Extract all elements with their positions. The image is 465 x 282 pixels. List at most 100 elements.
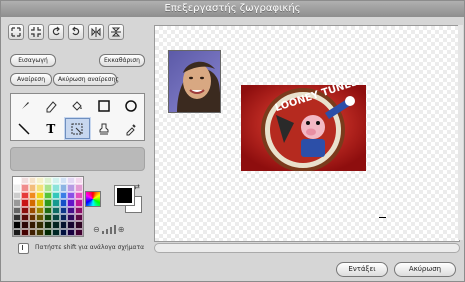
flip-horizontal-icon[interactable] (88, 24, 104, 40)
color-swatch[interactable] (36, 177, 45, 185)
color-swatch[interactable] (28, 213, 37, 222)
color-spectrum-picker[interactable] (85, 191, 101, 207)
zoom-level-2[interactable] (105, 229, 108, 234)
fill-tool-icon[interactable] (64, 94, 91, 117)
clear-button[interactable]: Εκκαθάριση (99, 54, 145, 67)
color-swatch[interactable] (44, 184, 52, 192)
shrink-icon[interactable] (28, 24, 44, 40)
color-swatch[interactable] (67, 191, 76, 200)
color-swatch[interactable] (75, 206, 83, 214)
color-swatch[interactable] (51, 177, 60, 185)
foreground-color-swatch[interactable] (114, 185, 135, 206)
color-swatch[interactable] (20, 221, 29, 229)
zoom-level-3[interactable] (109, 227, 112, 234)
color-swatch[interactable] (28, 206, 37, 214)
canvas-horizontal-scroll[interactable] (154, 243, 460, 253)
color-swatch[interactable] (20, 191, 29, 200)
color-swatch[interactable] (59, 228, 68, 236)
ok-button[interactable]: Εντάξει (336, 262, 388, 277)
color-swatch[interactable] (59, 213, 68, 222)
color-swatch[interactable] (59, 177, 68, 185)
color-swatch[interactable] (44, 199, 52, 207)
drawing-canvas[interactable]: LOONEY TUNES (154, 25, 460, 242)
color-swatch[interactable] (67, 199, 76, 207)
canvas-vertical-scroll[interactable] (458, 25, 463, 240)
color-swatch[interactable] (44, 213, 52, 222)
zoom-in-icon[interactable]: ⊕ (118, 226, 125, 234)
color-swatch[interactable] (59, 191, 68, 200)
color-swatch[interactable] (67, 221, 76, 229)
color-swatch[interactable] (51, 206, 60, 214)
color-swatch[interactable] (13, 184, 21, 192)
flip-vertical-icon[interactable] (108, 24, 124, 40)
color-swatch[interactable] (75, 199, 83, 207)
redo-button[interactable]: Ακύρωση αναίρεσης (53, 73, 119, 86)
color-swatch[interactable] (36, 213, 45, 222)
color-swatch[interactable] (13, 228, 21, 236)
color-swatch[interactable] (75, 191, 83, 200)
color-swatch[interactable] (67, 206, 76, 214)
color-swatch[interactable] (13, 206, 21, 214)
text-tool-icon[interactable]: T (38, 117, 65, 140)
color-swatch[interactable] (20, 177, 29, 185)
color-swatch[interactable] (36, 184, 45, 192)
zoom-out-icon[interactable]: ⊖ (93, 226, 100, 234)
rectangle-tool-icon[interactable] (91, 94, 118, 117)
brush-tool-icon[interactable] (11, 94, 38, 117)
color-swatch[interactable] (51, 199, 60, 207)
photo-of-girl[interactable] (168, 50, 221, 113)
color-swatch[interactable] (51, 191, 60, 200)
color-swatch[interactable] (51, 184, 60, 192)
color-swatch[interactable] (44, 221, 52, 229)
color-swatch[interactable] (36, 221, 45, 229)
color-swatch[interactable] (44, 191, 52, 200)
color-swatch[interactable] (59, 184, 68, 192)
color-swatch[interactable] (13, 221, 21, 229)
color-swatch[interactable] (36, 206, 45, 214)
zoom-level-1[interactable] (101, 231, 104, 234)
color-swatch[interactable] (28, 228, 37, 236)
cancel-button[interactable]: Ακύρωση (394, 262, 456, 277)
color-swatch[interactable] (75, 177, 83, 185)
color-swatch[interactable] (67, 213, 76, 222)
color-swatch[interactable] (67, 177, 76, 185)
select-tool-icon[interactable] (64, 117, 91, 140)
ellipse-tool-icon[interactable] (117, 94, 144, 117)
color-swatch[interactable] (20, 206, 29, 214)
color-swatch[interactable] (36, 199, 45, 207)
color-swatch[interactable] (20, 184, 29, 192)
color-swatch[interactable] (20, 213, 29, 222)
color-swatch[interactable] (28, 221, 37, 229)
color-swatch[interactable] (51, 221, 60, 229)
import-button[interactable]: Εισαγωγή (10, 54, 56, 67)
color-swatch[interactable] (13, 191, 21, 200)
rotate-left-icon[interactable] (48, 24, 64, 40)
color-swatch[interactable] (75, 213, 83, 222)
swap-colors-icon[interactable]: ⇄ (134, 183, 140, 191)
grow-icon[interactable] (8, 24, 24, 40)
undo-button[interactable]: Αναίρεση (10, 73, 52, 86)
eraser-tool-icon[interactable] (38, 94, 65, 117)
color-swatch[interactable] (75, 221, 83, 229)
eyedropper-tool-icon[interactable] (117, 117, 144, 140)
color-swatch[interactable] (44, 228, 52, 236)
looney-tunes-porky-pig[interactable]: LOONEY TUNES (241, 85, 366, 171)
line-tool-icon[interactable] (11, 117, 38, 140)
color-swatch[interactable] (59, 199, 68, 207)
color-swatch[interactable] (51, 228, 60, 236)
color-swatch[interactable] (28, 191, 37, 200)
shift-hint-checkbox[interactable] (18, 243, 29, 254)
color-swatch[interactable] (51, 213, 60, 222)
color-swatch[interactable] (28, 199, 37, 207)
color-swatch[interactable] (59, 221, 68, 229)
color-swatch[interactable] (59, 206, 68, 214)
color-swatch[interactable] (20, 228, 29, 236)
color-swatch[interactable] (75, 184, 83, 192)
zoom-level-4[interactable] (113, 225, 116, 234)
rotate-right-icon[interactable] (68, 24, 84, 40)
color-swatch[interactable] (67, 228, 76, 236)
color-swatch[interactable] (13, 177, 21, 185)
color-swatch[interactable] (75, 228, 83, 236)
color-swatch[interactable] (36, 228, 45, 236)
color-swatch[interactable] (13, 199, 21, 207)
